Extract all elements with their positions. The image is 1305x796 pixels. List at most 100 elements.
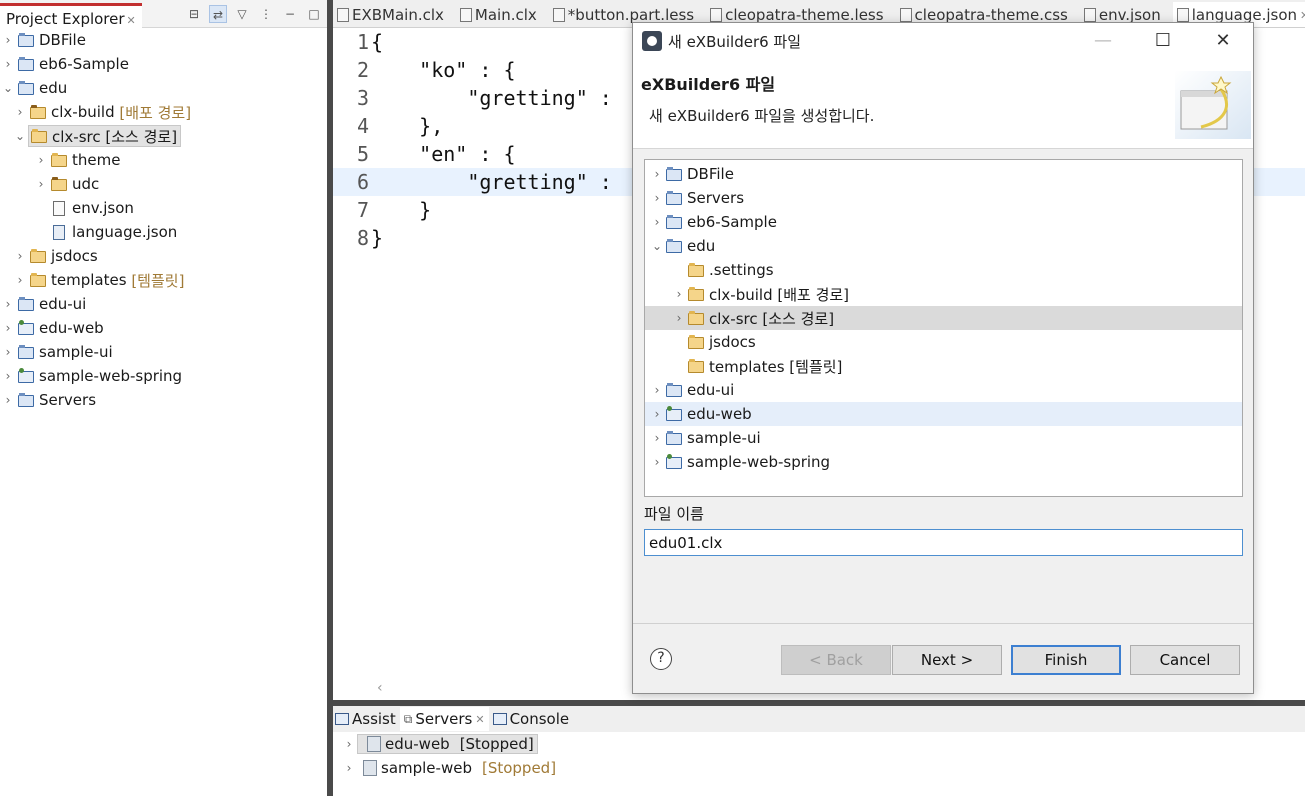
- wizard-header: eXBuilder6 파일 새 eXBuilder6 파일을 생성합니다.: [633, 59, 1253, 149]
- chevron-right-icon[interactable]: ›: [341, 737, 357, 751]
- tree-item-eb6-sample[interactable]: › eb6-Sample: [645, 210, 1242, 234]
- tree-item-settings[interactable]: .settings: [645, 258, 1242, 282]
- chevron-right-icon[interactable]: ›: [0, 57, 16, 71]
- tab-main-clx[interactable]: Main.clx: [456, 6, 549, 27]
- next-button[interactable]: Next >: [892, 645, 1002, 675]
- tree-item-udc[interactable]: › udc: [0, 172, 327, 196]
- chevron-right-icon[interactable]: ›: [33, 177, 49, 191]
- web-project-icon: [17, 320, 35, 336]
- tree-item-servers[interactable]: › Servers: [645, 186, 1242, 210]
- divider: [633, 623, 1253, 624]
- tree-item-eb6-sample[interactable]: › eb6-Sample: [0, 52, 327, 76]
- chevron-right-icon[interactable]: ›: [0, 345, 16, 359]
- tree-item-sample-ui[interactable]: › sample-ui: [0, 340, 327, 364]
- tree-item-edu[interactable]: ⌄ edu: [0, 76, 327, 100]
- tree-item-theme[interactable]: › theme: [0, 148, 327, 172]
- close-icon[interactable]: ✕: [1193, 23, 1253, 59]
- chevron-down-icon[interactable]: ⌄: [649, 239, 665, 253]
- chevron-right-icon[interactable]: ›: [0, 321, 16, 335]
- link-with-editor-icon[interactable]: ⇄: [209, 5, 227, 23]
- tree-item-templates[interactable]: templates [템플릿]: [645, 354, 1242, 378]
- chevron-right-icon[interactable]: ›: [0, 393, 16, 407]
- tree-item-sample-web-spring[interactable]: › sample-web-spring: [0, 364, 327, 388]
- chevron-right-icon[interactable]: ›: [649, 191, 665, 205]
- chevron-right-icon[interactable]: ›: [649, 455, 665, 469]
- chevron-right-icon[interactable]: ›: [649, 407, 665, 421]
- tree-item-jsdocs[interactable]: › jsdocs: [0, 244, 327, 268]
- tab-exbmain-clx[interactable]: EXBMain.clx: [333, 6, 456, 27]
- tree-item-clx-build[interactable]: › clx-build [배포 경로]: [645, 282, 1242, 306]
- chevron-right-icon[interactable]: ›: [649, 431, 665, 445]
- tab-assist[interactable]: Assist: [335, 710, 396, 728]
- dialog-titlebar[interactable]: 새 eXBuilder6 파일 — ☐ ✕: [633, 23, 1253, 59]
- new-file-dialog: 새 eXBuilder6 파일 — ☐ ✕ eXBuilder6 파일 새 eX…: [632, 22, 1254, 694]
- tree-item-sample-web-spring[interactable]: › sample-web-spring: [645, 450, 1242, 474]
- chevron-right-icon[interactable]: ›: [12, 105, 28, 119]
- finish-button[interactable]: Finish: [1011, 645, 1121, 675]
- chevron-right-icon[interactable]: ›: [671, 311, 687, 325]
- close-icon[interactable]: ✕: [475, 713, 484, 726]
- project-icon: [17, 32, 35, 48]
- tree-item-clx-src[interactable]: › clx-src [소스 경로]: [645, 306, 1242, 330]
- tree-item-dbfile[interactable]: › DBFile: [0, 28, 327, 52]
- tab-console[interactable]: Console: [492, 710, 569, 728]
- server-row-sample-web[interactable]: › sample-web [Stopped]: [333, 756, 1305, 780]
- help-icon[interactable]: ?: [650, 648, 672, 670]
- minimize-icon[interactable]: —: [1073, 23, 1133, 59]
- chevron-down-icon[interactable]: ⌄: [0, 81, 16, 95]
- tree-item-edu-web[interactable]: › edu-web: [0, 316, 327, 340]
- tree-item-clx-build[interactable]: › clx-build [배포 경로]: [0, 100, 327, 124]
- chevron-right-icon[interactable]: ›: [649, 215, 665, 229]
- tree-item-label: env.json: [72, 199, 134, 217]
- chevron-right-icon[interactable]: ›: [649, 383, 665, 397]
- json-file-icon: [50, 224, 68, 240]
- tree-item-edu-ui[interactable]: › edu-ui: [645, 378, 1242, 402]
- close-icon[interactable]: ✕: [1300, 9, 1305, 22]
- tree-item-clx-src[interactable]: ⌄ clx-src [소스 경로]: [0, 124, 327, 148]
- chevron-down-icon[interactable]: ⌄: [12, 129, 28, 143]
- chevron-right-icon[interactable]: ›: [0, 33, 16, 47]
- server-icon: [367, 736, 381, 752]
- tab-label: Main.clx: [474, 6, 537, 24]
- tree-item-sample-ui[interactable]: › sample-ui: [645, 426, 1242, 450]
- collapse-all-icon[interactable]: ⊟: [185, 5, 203, 23]
- chevron-right-icon[interactable]: ›: [671, 287, 687, 301]
- tab-servers[interactable]: ⧉ Servers ✕: [399, 707, 489, 731]
- minimize-icon[interactable]: −: [281, 5, 299, 23]
- chevron-right-icon[interactable]: ›: [0, 369, 16, 383]
- maximize-icon[interactable]: ☐: [1133, 23, 1193, 59]
- chevron-right-icon[interactable]: ›: [12, 249, 28, 263]
- project-selection-tree[interactable]: › DBFile › Servers › eb6-Sample ⌄ edu .s…: [644, 159, 1243, 497]
- file-icon: [1083, 8, 1096, 22]
- chevron-right-icon[interactable]: ›: [33, 153, 49, 167]
- tree-item-label: sample-ui: [39, 343, 113, 361]
- chevron-right-icon[interactable]: ›: [649, 167, 665, 181]
- scroll-left-icon[interactable]: ‹: [377, 680, 383, 696]
- tree-item-servers[interactable]: › Servers: [0, 388, 327, 412]
- file-name-input[interactable]: [644, 529, 1243, 556]
- close-icon[interactable]: ✕: [127, 14, 136, 27]
- filter-icon[interactable]: ▽: [233, 5, 251, 23]
- back-button[interactable]: < Back: [781, 645, 891, 675]
- tree-item-env-json[interactable]: env.json: [0, 196, 327, 220]
- maximize-icon[interactable]: □: [305, 5, 323, 23]
- tree-item-language-json[interactable]: language.json: [0, 220, 327, 244]
- source-folder-icon: [30, 128, 48, 144]
- tree-item-jsdocs[interactable]: jsdocs: [645, 330, 1242, 354]
- web-project-icon: [665, 454, 683, 470]
- chevron-right-icon[interactable]: ›: [0, 297, 16, 311]
- tree-item-label: clx-src [소스 경로]: [52, 127, 178, 146]
- view-menu-icon[interactable]: ⋮: [257, 5, 275, 23]
- tree-item-dbfile[interactable]: › DBFile: [645, 162, 1242, 186]
- tree-item-edu[interactable]: ⌄ edu: [645, 234, 1242, 258]
- tree-item-templates[interactable]: › templates [템플릿]: [0, 268, 327, 292]
- project-icon: [665, 166, 683, 182]
- tree-item-edu-ui[interactable]: › edu-ui: [0, 292, 327, 316]
- chevron-right-icon[interactable]: ›: [12, 273, 28, 287]
- server-row-edu-web[interactable]: › edu-web [Stopped]: [333, 732, 1305, 756]
- line-text: },: [371, 114, 444, 138]
- cancel-button[interactable]: Cancel: [1130, 645, 1240, 675]
- tab-project-explorer[interactable]: Project Explorer ✕: [0, 3, 142, 28]
- tree-item-edu-web[interactable]: › edu-web: [645, 402, 1242, 426]
- chevron-right-icon[interactable]: ›: [341, 761, 357, 775]
